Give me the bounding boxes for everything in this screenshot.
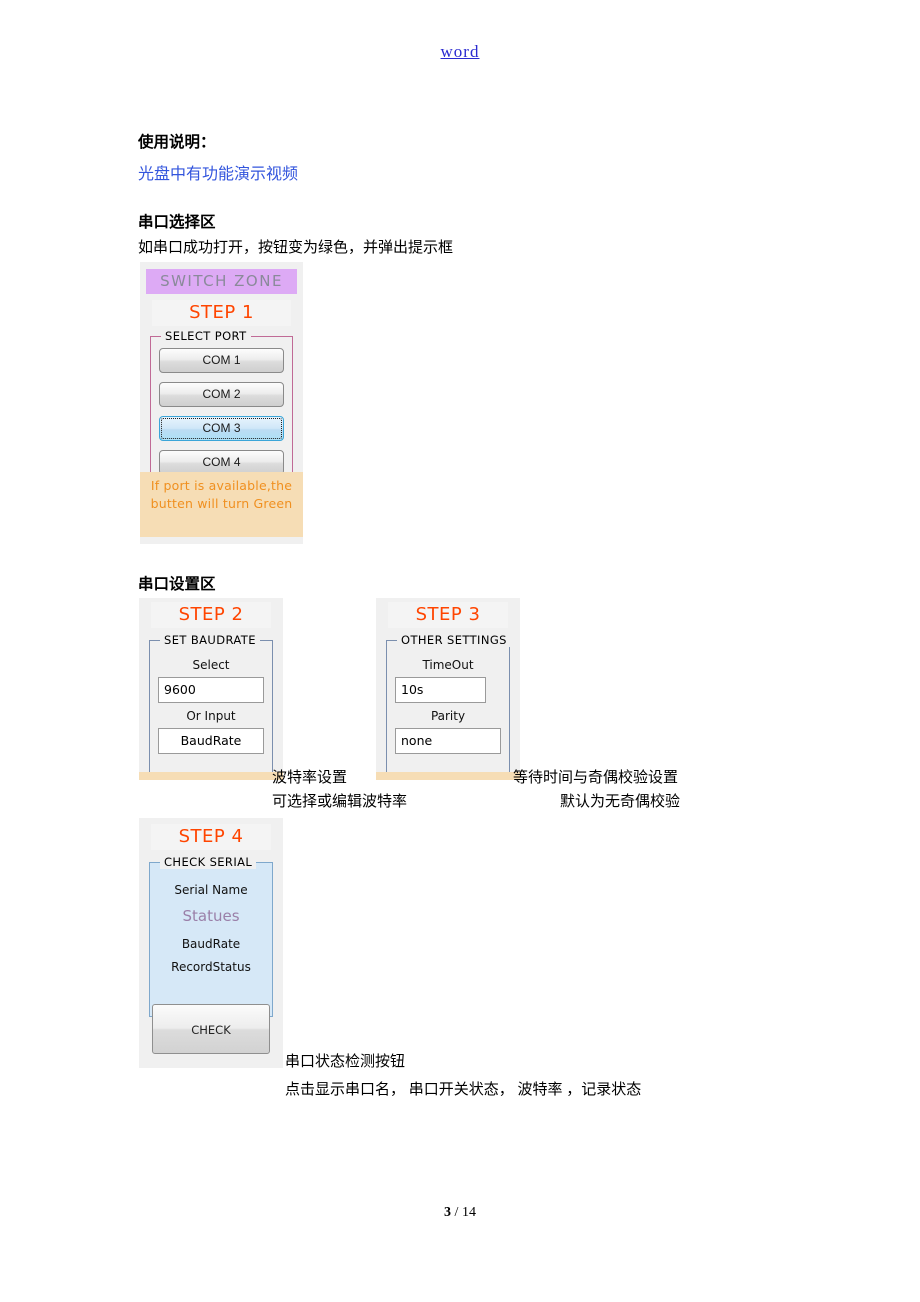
usage-heading: 使用说明： xyxy=(138,134,216,151)
header-link-row: word xyxy=(0,42,920,62)
port-settings-heading: 串口设置区 xyxy=(138,576,216,593)
step3-panel: STEP 3 OTHER SETTINGS TimeOut 10s Parity… xyxy=(376,598,520,780)
baudrate-select-field[interactable]: 9600 xyxy=(158,677,264,703)
statues-readout: Statues xyxy=(182,907,240,925)
step2-title: STEP 2 xyxy=(151,602,271,628)
step3-title: STEP 3 xyxy=(388,602,508,628)
baudrate-readout: BaudRate xyxy=(181,937,241,951)
step3-caption-line1: 等待时间与奇偶校验设置 xyxy=(513,770,679,786)
select-port-groupbox: SELECT PORT COM 1 COM 2 COM 3 COM 4 xyxy=(150,329,293,488)
com1-button[interactable]: COM 1 xyxy=(159,348,284,373)
tip-line-2: butten will turn Green xyxy=(150,496,293,512)
timeout-field[interactable]: 10s xyxy=(395,677,487,703)
select-port-caption: SELECT PORT xyxy=(161,329,251,343)
page-footer: 3 / 14 xyxy=(0,1205,920,1221)
step4-caption-line2: 点击显示串口名， 串口开关状态， 波特率 ，记录状态 xyxy=(285,1082,642,1098)
or-input-label: Or Input xyxy=(186,709,236,723)
step2-caption-line1: 波特率设置 xyxy=(272,770,348,786)
step1-title: STEP 1 xyxy=(152,300,291,326)
step4-panel: STEP 4 CHECK SERIAL Serial Name Statues … xyxy=(139,818,283,1068)
port-availability-tip: If port is available,the butten will tur… xyxy=(140,472,303,537)
word-link[interactable]: word xyxy=(441,42,480,61)
port-select-heading: 串口选择区 xyxy=(138,214,216,231)
switch-zone-title: SWITCH ZONE xyxy=(146,269,297,294)
step3-clipped-tip: Parameters should xyxy=(376,772,520,780)
parity-label: Parity xyxy=(430,709,466,723)
check-serial-caption: CHECK SERIAL xyxy=(160,855,257,869)
check-serial-groupbox: CHECK SERIAL Serial Name Statues BaudRat… xyxy=(149,855,273,1017)
baudrate-input-field[interactable]: BaudRate xyxy=(158,728,264,754)
com2-button[interactable]: COM 2 xyxy=(159,382,284,407)
select-label: Select xyxy=(192,658,230,672)
com3-button[interactable]: COM 3 xyxy=(159,416,284,441)
check-button[interactable]: CHECK xyxy=(152,1004,270,1054)
parity-field[interactable]: none xyxy=(395,728,501,754)
serial-name-readout: Serial Name xyxy=(174,883,248,897)
set-baudrate-groupbox: SET BAUDRATE Select 9600 Or Input BaudRa… xyxy=(149,633,273,780)
tip-line-1: If port is available,the xyxy=(150,478,293,493)
step4-caption-line1: 串口状态检测按钮 xyxy=(285,1054,406,1070)
other-settings-groupbox: OTHER SETTINGS TimeOut 10s Parity none xyxy=(386,633,511,780)
footer-separator: / xyxy=(451,1205,462,1220)
timeout-label: TimeOut xyxy=(422,658,474,672)
step3-caption-line2: 默认为无奇偶校验 xyxy=(560,794,681,810)
step2-panel: STEP 2 SET BAUDRATE Select 9600 Or Input… xyxy=(139,598,283,780)
record-status-readout: RecordStatus xyxy=(171,960,251,974)
switch-zone-panel: SWITCH ZONE STEP 1 SELECT PORT COM 1 COM… xyxy=(140,262,303,544)
step2-clipped-tip: The BaudRate should xyxy=(139,772,283,780)
step2-caption-line2: 可选择或编辑波特率 xyxy=(272,794,408,810)
footer-page-number: 3 xyxy=(444,1205,452,1220)
port-select-description: 如串口成功打开，按钮变为绿色，并弹出提示框 xyxy=(138,240,454,256)
footer-total-pages: 14 xyxy=(461,1205,476,1220)
usage-note: 光盘中有功能演示视频 xyxy=(138,166,299,183)
set-baudrate-caption: SET BAUDRATE xyxy=(160,633,260,647)
other-settings-caption: OTHER SETTINGS xyxy=(397,633,511,647)
step4-title: STEP 4 xyxy=(151,824,271,850)
